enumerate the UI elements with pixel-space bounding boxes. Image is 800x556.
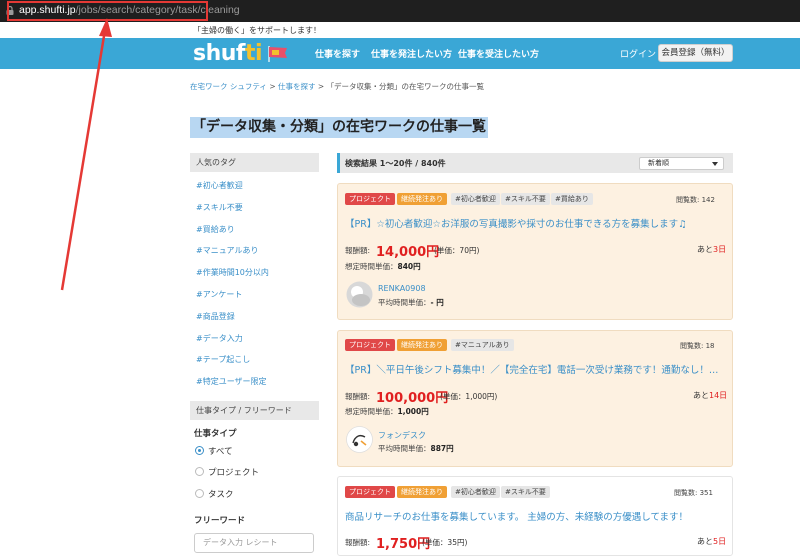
remain-days: 14日 (709, 391, 728, 400)
remain-prefix: あと (697, 245, 713, 254)
chevron-down-icon (712, 162, 718, 166)
badge-tag: #初心者歓迎 (451, 486, 500, 498)
badge-tag: #買給あり (551, 193, 593, 205)
days-remaining: あと5日 (697, 536, 726, 547)
job-type-heading: 仕事タイプ / フリーワード (190, 401, 319, 420)
client-name-link[interactable]: フォンデスク (378, 430, 426, 441)
tag-bonus[interactable]: #買給あり (196, 224, 235, 235)
pay-unit-price: (単価：35円) (422, 538, 468, 547)
site-tagline: 「主婦の働く」をサポートします！ (193, 26, 321, 35)
client-avatar[interactable] (346, 281, 373, 308)
tag-transcription[interactable]: #テープ起こし (196, 354, 250, 365)
badge-tag: #スキル不要 (501, 486, 550, 498)
badge-project: プロジェクト (345, 486, 395, 498)
tag-specific-users[interactable]: #特定ユーザー限定 (196, 376, 267, 387)
radio-project[interactable] (195, 467, 204, 476)
pay-amount: 14,000円 (376, 245, 440, 260)
radio-all[interactable] (195, 446, 204, 455)
client-avg-value: - 円 (430, 298, 444, 307)
logo-text-accent: ti (245, 41, 263, 66)
breadcrumb-home[interactable]: 在宅ワーク シュフティ (190, 82, 267, 91)
est-value: 840円 (397, 262, 421, 271)
job-title-link[interactable]: 【PR】＼平日午後シフト募集中！／【完全在宅】電話一次受け業務です！通勤なし！… (345, 362, 718, 376)
pay-label: 報酬額: (345, 392, 371, 401)
client-name-link[interactable]: RENKA0908 (378, 284, 426, 293)
badge-tag: #マニュアルあり (451, 339, 514, 351)
badge-project: プロジェクト (345, 339, 395, 351)
remain-days: 5日 (713, 537, 727, 546)
tag-short-work[interactable]: #作業時間10分以内 (196, 267, 269, 278)
job-title-link[interactable]: 【PR】☆初心者歓迎☆お洋服の写真撮影や採寸のお仕事できる方を募集します♫ (345, 216, 687, 230)
pay-amount: 100,000円 (376, 391, 449, 406)
badge-continuous: 継続発注あり (397, 193, 447, 205)
breadcrumb: 在宅ワーク シュフティ > 仕事を探す > 「データ収集・分類」の在宅ワークの仕… (190, 81, 484, 92)
tag-survey[interactable]: #アンケート (196, 289, 242, 300)
client-avatar[interactable] (346, 426, 373, 453)
page-title: 「データ収集・分類」の在宅ワークの仕事一覧 (190, 117, 488, 138)
shufti-logo[interactable]: shufti (193, 41, 293, 67)
est-label: 想定時間単価： (345, 407, 398, 416)
popular-tags-heading: 人気のタグ (190, 153, 319, 172)
estimated-hourly: 想定時間単価：840円 (345, 261, 421, 272)
client-avg-label: 平均時間単価： (378, 298, 431, 307)
est-value: 1,000円 (397, 407, 429, 416)
tag-product-listing[interactable]: #商品登録 (196, 311, 235, 322)
pay-label: 報酬額: (345, 538, 371, 547)
badge-continuous: 継続発注あり (397, 486, 447, 498)
signup-button[interactable]: 会員登録（無料） (658, 44, 733, 62)
breadcrumb-separator: > (315, 82, 327, 91)
logo-text-main: shuf (193, 41, 246, 66)
client-avg-label: 平均時間単価： (378, 444, 431, 453)
badge-tag: #スキル不要 (501, 193, 550, 205)
client-average-rate: 平均時間単価：- 円 (378, 297, 444, 308)
freeword-label: フリーワード (194, 516, 246, 526)
view-count: 閲覧数: 351 (674, 489, 713, 497)
radio-all-label[interactable]: すべて (208, 445, 233, 457)
job-type-label: 仕事タイプ (194, 429, 237, 439)
breadcrumb-current: 「データ収集・分類」の在宅ワークの仕事一覧 (326, 82, 485, 91)
tag-beginner[interactable]: #初心者歓迎 (196, 180, 243, 191)
days-remaining: あと3日 (697, 244, 726, 255)
badge-tag: #初心者歓迎 (451, 193, 500, 205)
pay-unit-price: (単価：1,000円) (440, 392, 498, 401)
sort-select[interactable]: 新着順 (639, 157, 724, 170)
radio-project-label[interactable]: プロジェクト (208, 466, 259, 478)
nav-order-jobs[interactable]: 仕事を発注したい方 (371, 47, 452, 60)
login-link[interactable]: ログイン (620, 47, 656, 60)
radio-task[interactable] (195, 489, 204, 498)
url-highlight-box (7, 1, 208, 21)
view-count: 閲覧数: 142 (676, 196, 715, 204)
remain-days: 3日 (713, 245, 727, 254)
logo-flag-icon (268, 46, 287, 62)
badge-continuous: 継続発注あり (397, 339, 447, 351)
radio-task-label[interactable]: タスク (208, 488, 234, 500)
est-label: 想定時間単価： (345, 262, 398, 271)
view-count: 閲覧数: 18 (680, 342, 715, 350)
sort-select-value: 新着順 (648, 159, 669, 167)
badge-project: プロジェクト (345, 193, 395, 205)
client-average-rate: 平均時間単価：887円 (378, 443, 454, 454)
results-summary: 検索結果 1〜20件 / 840件 (345, 159, 446, 168)
days-remaining: あと14日 (693, 390, 727, 401)
estimated-hourly: 想定時間単価：1,000円 (345, 406, 429, 417)
client-avg-value: 887円 (430, 444, 454, 453)
breadcrumb-find-jobs[interactable]: 仕事を探す (278, 82, 316, 91)
nav-find-jobs[interactable]: 仕事を探す (315, 47, 360, 60)
breadcrumb-separator: > (266, 82, 278, 91)
remain-prefix: あと (693, 391, 709, 400)
tag-no-skill[interactable]: #スキル不要 (196, 202, 243, 213)
pay-unit-price: (単価：70円) (434, 246, 480, 255)
tag-manual[interactable]: #マニュアルあり (196, 245, 258, 256)
remain-prefix: あと (697, 537, 713, 546)
nav-take-jobs[interactable]: 仕事を受注したい方 (458, 47, 539, 60)
tag-data-entry[interactable]: #データ入力 (196, 333, 243, 344)
pay-label: 報酬額: (345, 246, 371, 255)
job-title-link[interactable]: 商品リサーチのお仕事を募集しています。 主婦の方、未経験の方優遇してます！ (345, 509, 688, 523)
freeword-input[interactable]: データ入力 レシート (194, 533, 314, 553)
